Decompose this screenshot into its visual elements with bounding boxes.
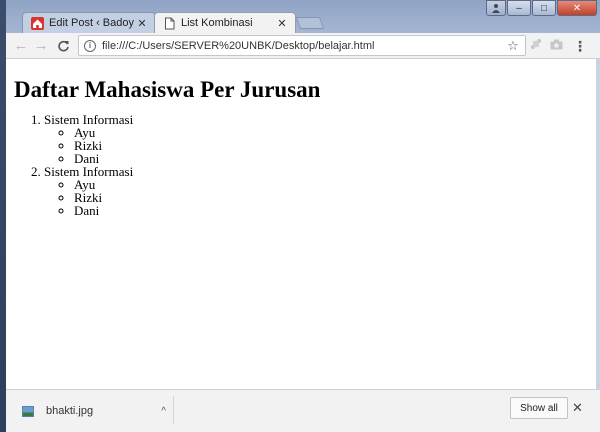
- reload-button[interactable]: [54, 37, 72, 55]
- show-all-button[interactable]: Show all: [510, 397, 568, 419]
- student-item: Dani: [74, 204, 596, 217]
- camera-icon[interactable]: [548, 38, 564, 54]
- user-icon[interactable]: [486, 0, 506, 16]
- reload-icon: [57, 40, 69, 52]
- page-icon: [165, 17, 175, 29]
- image-file-icon: [22, 405, 34, 417]
- tab-close-icon[interactable]: ✕: [275, 17, 289, 30]
- page-title: Daftar Mahasiswa Per Jurusan: [14, 77, 321, 102]
- student-item: Ayu: [74, 126, 596, 139]
- close-button[interactable]: ✕: [557, 0, 597, 16]
- page-content: Daftar Mahasiswa Per Jurusan Sistem Info…: [6, 76, 596, 217]
- extension-icon[interactable]: [528, 38, 544, 54]
- url-input[interactable]: [102, 39, 505, 52]
- window-border: [596, 59, 600, 389]
- new-tab-button[interactable]: [295, 17, 325, 29]
- puzzle-icon: [531, 39, 541, 49]
- student-item: Rizki: [74, 191, 596, 204]
- chevron-up-icon[interactable]: ^: [161, 406, 166, 417]
- camera-shape: [550, 39, 562, 50]
- back-button[interactable]: ←: [12, 37, 30, 55]
- student-item: Dani: [74, 152, 596, 165]
- maximize-button[interactable]: □: [532, 0, 556, 16]
- address-bar[interactable]: i ☆: [78, 35, 526, 56]
- tab-edit-post[interactable]: Edit Post ‹ Badoy Studio ✕: [22, 12, 156, 33]
- house-icon: [31, 16, 44, 30]
- tab-title: Edit Post ‹ Badoy Studio: [49, 17, 135, 29]
- tab-close-icon[interactable]: ✕: [135, 17, 149, 30]
- bookmark-star-icon[interactable]: ☆: [505, 38, 521, 54]
- person-icon: [492, 4, 500, 13]
- tab-list-kombinasi[interactable]: List Kombinasi ✕: [154, 12, 296, 33]
- student-item: Ayu: [74, 178, 596, 191]
- forward-button[interactable]: →: [32, 37, 50, 55]
- info-icon[interactable]: i: [84, 39, 96, 52]
- jurusan-item: Sistem Informasi Ayu Rizki Dani: [44, 113, 596, 165]
- browser-toolbar: ← → i ☆ ⋮: [6, 33, 600, 59]
- download-item[interactable]: bhakti.jpg ^: [14, 396, 172, 426]
- divider: [173, 396, 174, 424]
- browser-window: Edit Post ‹ Badoy Studio ✕ List Kombinas…: [6, 0, 600, 432]
- jurusan-item: Sistem Informasi Ayu Rizki Dani: [44, 165, 596, 217]
- window-controls: – □ ✕: [485, 0, 597, 18]
- jurusan-list: Sistem Informasi Ayu Rizki Dani Sistem I…: [14, 113, 596, 217]
- tab-title: List Kombinasi: [181, 17, 253, 29]
- student-list: Ayu Rizki Dani: [44, 178, 596, 217]
- student-list: Ayu Rizki Dani: [44, 126, 596, 165]
- close-download-bar-icon[interactable]: ✕: [572, 400, 583, 416]
- tab-strip: Edit Post ‹ Badoy Studio ✕ List Kombinas…: [6, 0, 600, 33]
- download-bar: bhakti.jpg ^ Show all ✕: [6, 389, 600, 432]
- download-file-name: bhakti.jpg: [46, 405, 94, 417]
- student-item: Rizki: [74, 139, 596, 152]
- menu-icon[interactable]: ⋮: [572, 38, 588, 54]
- minimize-button[interactable]: –: [507, 0, 531, 16]
- page-viewport: Daftar Mahasiswa Per Jurusan Sistem Info…: [6, 59, 596, 389]
